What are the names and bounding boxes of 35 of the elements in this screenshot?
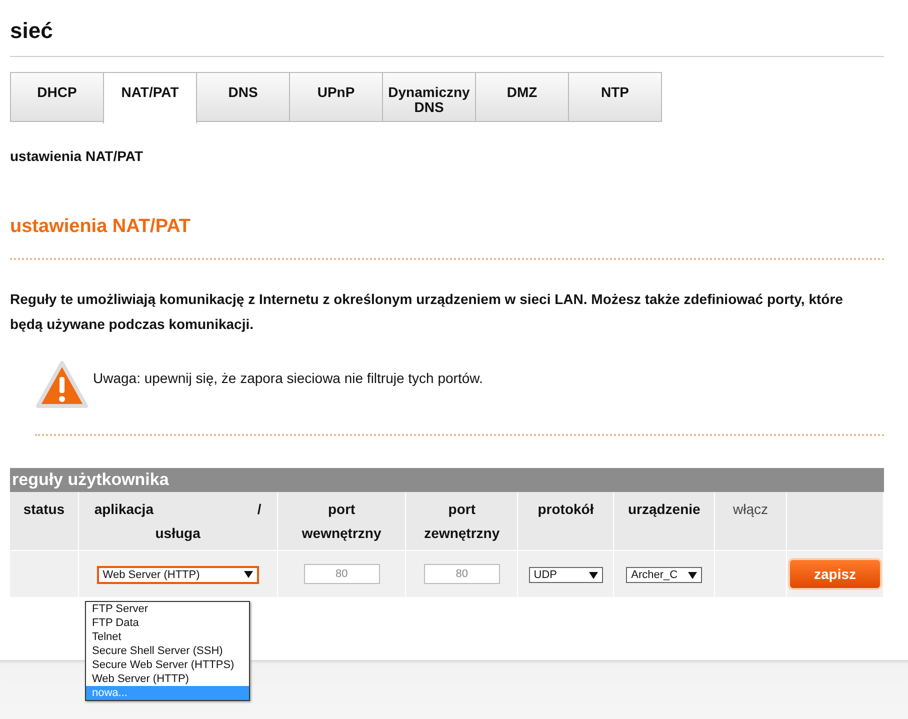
column-header: port zewnętrzny bbox=[406, 492, 518, 550]
tab[interactable]: DNS bbox=[196, 72, 290, 122]
column-header: urządzenie bbox=[614, 492, 715, 550]
tab[interactable]: UPnP bbox=[289, 72, 383, 122]
tab[interactable]: NTP bbox=[568, 72, 662, 122]
dropdown-option[interactable]: Secure Web Server (HTTPS) bbox=[86, 658, 249, 672]
column-header: włącz bbox=[714, 492, 786, 550]
caret-icon bbox=[688, 572, 698, 578]
section-title: ustawienia NAT/PAT bbox=[10, 164, 884, 260]
description: Reguły te umożliwiają komunikację z Internetu z określonym urządzeniem w sieci LAN. Możesz także zdefiniować porty, które będą używane podczas komunikacji. bbox=[10, 290, 844, 334]
column-header: status bbox=[10, 492, 78, 550]
breadcrumb: ustawienia NAT/PAT bbox=[10, 148, 144, 164]
tab[interactable]: NAT/PAT bbox=[103, 72, 197, 124]
tab[interactable]: Dynamiczny DNS bbox=[382, 72, 476, 122]
dropdown-option[interactable]: Secure Shell Server (SSH) bbox=[86, 644, 249, 658]
warning-text: Uwaga: upewnij się, że zapora sieciowa nie filtruje tych portów. bbox=[93, 370, 483, 386]
dropdown-option[interactable]: FTP Server bbox=[86, 602, 249, 616]
protocol-select[interactable]: UDP bbox=[528, 567, 603, 583]
table-title: reguły użytkownika bbox=[10, 468, 884, 492]
tab[interactable]: DHCP bbox=[10, 72, 104, 122]
application-select[interactable]: Web Server (HTTP) bbox=[96, 566, 259, 584]
dropdown-option[interactable]: Telnet bbox=[86, 630, 249, 644]
warning-icon bbox=[35, 360, 89, 410]
column-header: protokół bbox=[518, 492, 614, 550]
tab[interactable]: DMZ bbox=[475, 72, 569, 122]
page-title: sieć bbox=[10, 0, 884, 57]
external-port-field[interactable]: 80 bbox=[424, 564, 500, 584]
internal-port-field[interactable]: 80 bbox=[304, 564, 380, 584]
dropdown-option[interactable]: Web Server (HTTP) bbox=[86, 672, 249, 686]
column-header: port wewnętrzny bbox=[277, 492, 406, 550]
caret-icon bbox=[588, 572, 598, 578]
column-header: aplikacja / usługa bbox=[78, 492, 278, 550]
dropdown-option[interactable]: FTP Data bbox=[86, 616, 249, 630]
caret-icon bbox=[244, 571, 253, 578]
device-select[interactable]: Archer_C bbox=[626, 567, 702, 583]
